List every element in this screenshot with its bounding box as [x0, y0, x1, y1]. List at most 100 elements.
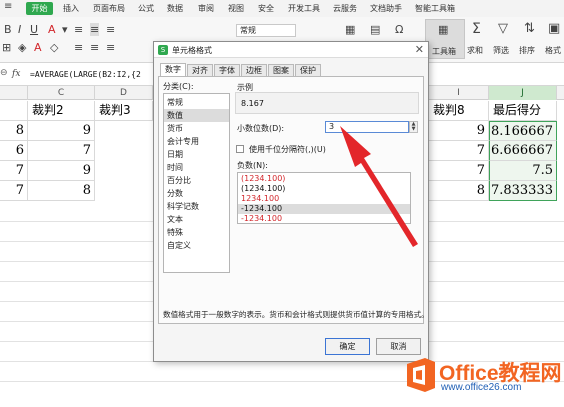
tab-number[interactable]: 数字: [160, 63, 186, 77]
format-label[interactable]: 格式: [545, 45, 561, 56]
cell-d1[interactable]: 裁判3: [95, 101, 153, 121]
format-icon[interactable]: ▣: [548, 21, 560, 36]
sum-label[interactable]: 求和: [467, 45, 483, 56]
cell-c1[interactable]: 裁判2: [28, 101, 95, 121]
formula-input[interactable]: =AVERAGE(LARGE(B2:I2,{2: [30, 70, 141, 79]
italic-icon[interactable]: I: [18, 23, 21, 36]
border-icon[interactable]: ⊞: [2, 41, 11, 54]
zoom-icon[interactable]: ⊖: [0, 68, 8, 78]
list-item[interactable]: 货币: [164, 122, 229, 135]
filter-label[interactable]: 筛选: [493, 45, 509, 56]
column-header-c[interactable]: C: [28, 86, 95, 100]
list-item[interactable]: 特殊: [164, 226, 229, 239]
close-icon[interactable]: ✕: [415, 43, 424, 56]
sort-label[interactable]: 排序: [519, 45, 535, 56]
thousand-separator-label[interactable]: 使用千位分隔符(,)(U): [249, 144, 326, 155]
dialog-title-bar[interactable]: S 单元格格式 ✕: [154, 42, 428, 58]
sort-icon[interactable]: ⇅: [524, 21, 535, 36]
align-middle-icon[interactable]: ≡: [90, 23, 100, 36]
table-cell[interactable]: 6: [0, 141, 28, 161]
fill-color-icon[interactable]: ◈: [18, 41, 26, 54]
list-item[interactable]: (1234.100): [238, 184, 410, 194]
list-item[interactable]: 时间: [164, 161, 229, 174]
decimals-label: 小数位数(D):: [237, 124, 285, 133]
filter-icon[interactable]: ▽: [498, 21, 508, 36]
menu-tab-docassist[interactable]: 文档助手: [370, 3, 402, 14]
sum-icon[interactable]: Σ: [472, 21, 481, 37]
align-right-icon[interactable]: ≡: [106, 41, 115, 54]
table-cell[interactable]: 7: [429, 141, 489, 161]
decimals-spinner[interactable]: ▲ ▼: [409, 121, 418, 133]
clear-format-icon[interactable]: ◇: [50, 41, 58, 54]
list-item[interactable]: 科学记数: [164, 200, 229, 213]
align-top-icon[interactable]: ≡: [74, 23, 83, 36]
thousand-separator-checkbox[interactable]: [236, 145, 244, 153]
table-cell[interactable]: 8: [0, 121, 28, 141]
table-cell[interactable]: 7: [429, 161, 489, 181]
table-cell[interactable]: 7: [0, 181, 28, 201]
table-cell[interactable]: 9: [28, 121, 95, 141]
list-item[interactable]: 会计专用: [164, 135, 229, 148]
chevron-down-icon[interactable]: ▾: [62, 23, 68, 36]
list-item[interactable]: 日期: [164, 148, 229, 161]
menu-tab-devtools[interactable]: 开发工具: [288, 3, 320, 14]
table-cell[interactable]: 9: [28, 161, 95, 181]
table-cell[interactable]: 9: [429, 121, 489, 141]
column-header-i[interactable]: I: [429, 86, 489, 100]
table-cell[interactable]: 7.5: [489, 161, 557, 181]
table-style-icon[interactable]: ▦: [345, 23, 355, 36]
table-cell[interactable]: 7.833333: [489, 181, 557, 201]
list-item[interactable]: 百分比: [164, 174, 229, 187]
menu-tab-review[interactable]: 审阅: [198, 3, 214, 14]
list-item[interactable]: 分数: [164, 187, 229, 200]
table-cell[interactable]: 7: [28, 141, 95, 161]
menu-tab-view[interactable]: 视图: [228, 3, 244, 14]
text-color-icon[interactable]: A: [34, 41, 42, 54]
table-cell[interactable]: 7: [0, 161, 28, 181]
format-description: 数值格式用于一般数字的表示。货币和会计格式则提供货币值计算的专用格式。: [163, 310, 429, 319]
menu-tab-smarttools[interactable]: 智能工具箱: [415, 3, 455, 14]
corner-header[interactable]: [0, 86, 28, 100]
list-item[interactable]: -1234.100: [238, 204, 410, 214]
menu-tab-data[interactable]: 数据: [167, 3, 183, 14]
symbol-icon[interactable]: Ω: [395, 23, 403, 36]
list-item[interactable]: -1234.100: [238, 214, 410, 224]
list-item[interactable]: 常规: [164, 96, 229, 109]
list-item[interactable]: (1234.100): [238, 174, 410, 184]
menu-tab-layout[interactable]: 页面布局: [93, 3, 125, 14]
cell-i1[interactable]: 裁判8: [429, 101, 489, 121]
cell-left-header[interactable]: [0, 101, 28, 121]
decimals-input[interactable]: 3: [325, 121, 409, 133]
menu-tab-security[interactable]: 安全: [258, 3, 274, 14]
ok-button[interactable]: 确定: [325, 338, 370, 355]
align-center-icon[interactable]: ≡: [90, 41, 99, 54]
table-cell[interactable]: 8: [429, 181, 489, 201]
table-cell[interactable]: 6.666667: [489, 141, 557, 161]
column-header-j[interactable]: J: [489, 86, 557, 100]
list-item[interactable]: 1234.100: [238, 194, 410, 204]
hamburger-menu-icon[interactable]: ≡: [4, 1, 12, 12]
category-list[interactable]: 常规 数值 货币 会计专用 日期 时间 百分比 分数 科学记数 文本 特殊 自定…: [163, 93, 230, 273]
bold-icon[interactable]: B: [4, 23, 12, 36]
negative-number-list[interactable]: (1234.100) (1234.100) 1234.100 -1234.100…: [237, 172, 411, 224]
column-header-d[interactable]: D: [95, 86, 153, 100]
underline-icon[interactable]: U: [30, 23, 38, 36]
menu-tab-formula[interactable]: 公式: [138, 3, 154, 14]
watermark-url: www.office26.com: [441, 382, 522, 393]
list-item[interactable]: 文本: [164, 213, 229, 226]
toolbox-button[interactable]: ▦ 工具箱: [425, 19, 465, 59]
list-item[interactable]: 数值: [164, 109, 229, 122]
menu-tab-insert[interactable]: 插入: [63, 3, 79, 14]
number-format-combo[interactable]: 常规: [236, 24, 296, 37]
menu-tab-cloud[interactable]: 云服务: [333, 3, 357, 14]
cell-style-icon[interactable]: ▤: [370, 23, 380, 36]
table-cell[interactable]: 8.166667: [489, 121, 557, 141]
menu-tab-start[interactable]: 开始: [26, 2, 53, 15]
table-cell[interactable]: 8: [28, 181, 95, 201]
cell-j1[interactable]: 最后得分: [489, 101, 557, 121]
list-item[interactable]: 自定义: [164, 239, 229, 252]
align-left-icon[interactable]: ≡: [74, 41, 83, 54]
align-bottom-icon[interactable]: ≡: [106, 23, 115, 36]
fx-icon[interactable]: fx: [12, 69, 20, 79]
font-color-icon[interactable]: A: [48, 23, 56, 36]
